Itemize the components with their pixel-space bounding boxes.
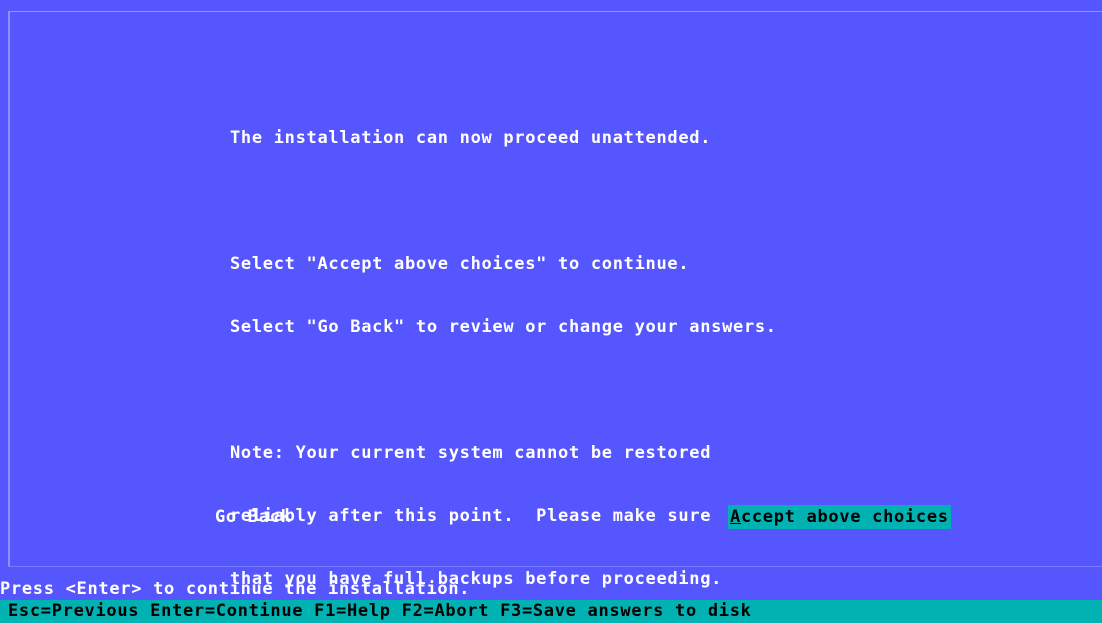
installer-screen: The installation can now proceed unatten…	[0, 0, 1102, 623]
accept-label: ccept above choices	[740, 507, 949, 527]
key-help-bar: Esc=Previous Enter=Continue F1=Help F2=A…	[0, 600, 1102, 623]
accept-hotkey: A	[730, 507, 741, 527]
message-line-4: Note: Your current system cannot be rest…	[230, 443, 712, 463]
status-line: Press <Enter> to continue the installati…	[0, 579, 471, 599]
message-spacer	[230, 380, 777, 401]
message-line-2: Select "Accept above choices" to continu…	[230, 254, 690, 274]
message-line-1: The installation can now proceed unatten…	[230, 128, 712, 148]
go-back-button[interactable]: Go Back	[213, 505, 294, 529]
accept-above-choices-button[interactable]: Accept above choices	[728, 505, 951, 529]
message-spacer	[230, 191, 777, 212]
confirmation-message: The installation can now proceed unatten…	[230, 86, 777, 623]
message-line-3: Select "Go Back" to review or change you…	[230, 317, 777, 337]
message-line-5: reliably after this point. Please make s…	[230, 506, 712, 526]
